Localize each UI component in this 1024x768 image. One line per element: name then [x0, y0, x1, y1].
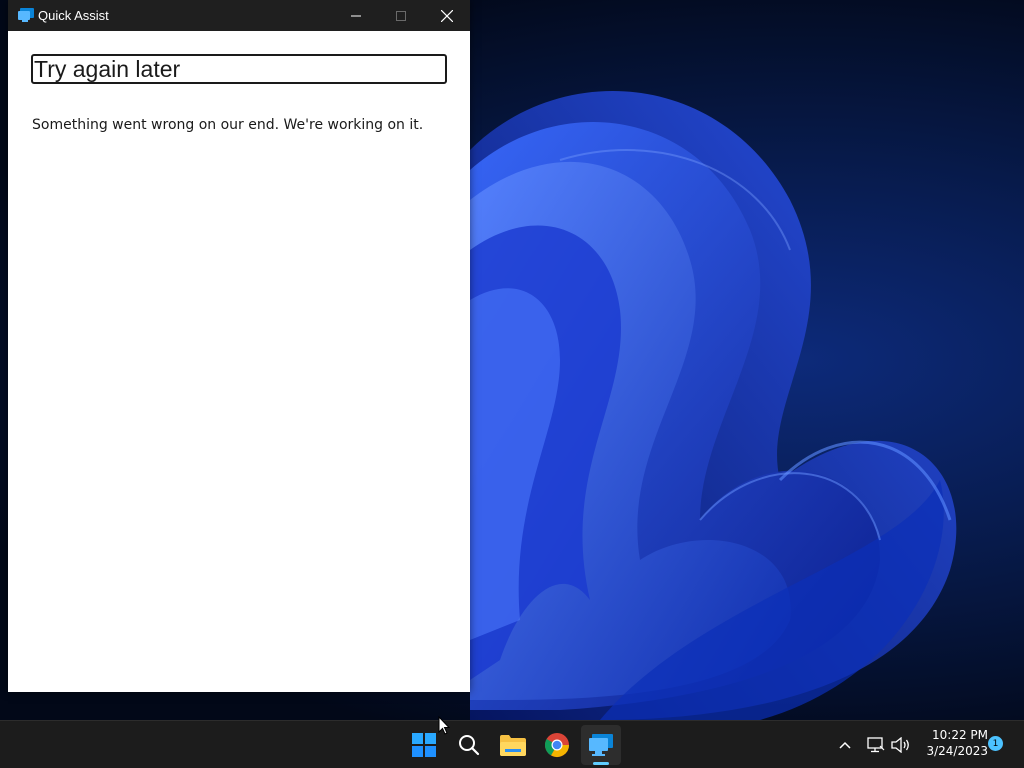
- quick-assist-icon: [589, 734, 613, 756]
- maximize-button[interactable]: [378, 0, 424, 31]
- quick-assist-taskbar-button[interactable]: [581, 725, 621, 765]
- chrome-icon: [544, 733, 569, 758]
- taskbar: 10:22 PM 3/24/2023: [0, 720, 1024, 768]
- page-heading: Try again later: [34, 56, 181, 82]
- windows-start-icon: [412, 733, 436, 757]
- clock-time: 10:22 PM: [932, 728, 988, 742]
- show-hidden-icons-button[interactable]: [834, 733, 856, 757]
- chrome-button[interactable]: [537, 725, 577, 765]
- clock-date: 3/24/2023: [926, 744, 988, 758]
- network-button[interactable]: [865, 733, 887, 757]
- network-icon: [867, 737, 885, 753]
- minimize-icon: [351, 15, 361, 16]
- maximize-icon: [396, 10, 406, 21]
- volume-icon: [891, 737, 909, 753]
- clock[interactable]: 10:22 PM 3/24/2023: [918, 727, 988, 759]
- quick-assist-icon: [18, 8, 34, 22]
- focused-heading-frame[interactable]: Try again later: [31, 54, 447, 84]
- window-content: Try again later Something went wrong on …: [8, 31, 470, 692]
- close-icon: [441, 9, 453, 22]
- error-message: Something went wrong on our end. We're w…: [32, 117, 424, 133]
- window-title: Quick Assist: [38, 8, 109, 23]
- notification-badge[interactable]: 1: [988, 736, 1003, 751]
- title-bar[interactable]: Quick Assist: [8, 0, 470, 31]
- mouse-cursor-icon: [438, 716, 450, 735]
- quick-assist-window: Quick Assist Try again later Something w…: [8, 0, 470, 692]
- search-icon: [459, 735, 480, 756]
- file-explorer-button[interactable]: [493, 725, 533, 765]
- volume-button[interactable]: [889, 733, 913, 757]
- search-button[interactable]: [449, 725, 489, 765]
- active-app-indicator: [593, 762, 609, 765]
- chevron-up-icon: [839, 741, 851, 749]
- folder-icon: [500, 735, 526, 756]
- minimize-button[interactable]: [333, 0, 379, 31]
- close-button[interactable]: [424, 0, 470, 31]
